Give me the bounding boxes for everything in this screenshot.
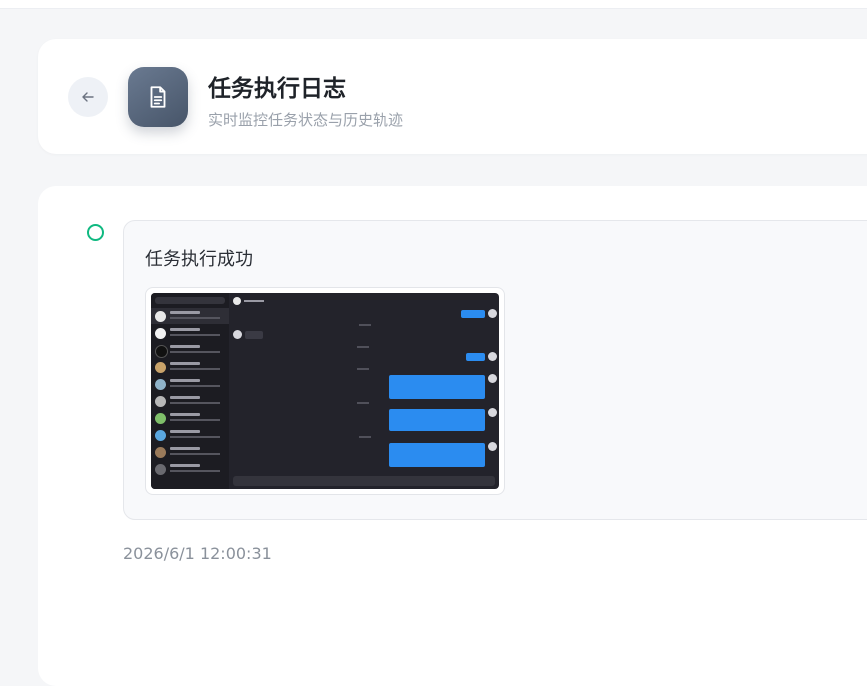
screenshot-chat-row xyxy=(151,376,229,392)
document-icon xyxy=(150,86,166,108)
screenshot-thumbnail[interactable] xyxy=(145,287,505,495)
top-bar xyxy=(0,0,867,9)
screenshot-chat-row xyxy=(151,308,229,324)
screenshot-chat-row xyxy=(151,325,229,341)
screenshot-search-bar xyxy=(155,297,225,304)
screenshot-avatar xyxy=(488,309,497,318)
timeline-status-dot xyxy=(87,224,104,241)
log-entry: 任务执行成功 xyxy=(123,220,867,520)
screenshot-chat-row xyxy=(151,410,229,426)
screenshot-sidebar xyxy=(151,293,229,489)
screenshot-time xyxy=(357,346,369,348)
screenshot-time xyxy=(359,324,371,326)
screenshot-time xyxy=(357,402,369,404)
back-button[interactable] xyxy=(68,77,108,117)
header-card: 任务执行日志 实时监控任务状态与历史轨迹 xyxy=(38,39,867,154)
page-title: 任务执行日志 xyxy=(208,76,346,102)
screenshot-chat-row xyxy=(151,342,229,358)
screenshot-input-bar xyxy=(233,476,495,486)
screenshot-avatar xyxy=(488,408,497,417)
screenshot-bubble xyxy=(389,443,485,467)
log-status-title: 任务执行成功 xyxy=(145,249,253,270)
screenshot-time xyxy=(357,368,369,370)
screenshot-bubble xyxy=(461,310,485,318)
screenshot-chat-row xyxy=(151,359,229,375)
screenshot-chat-header xyxy=(231,295,499,307)
screenshot-bubble xyxy=(466,353,485,361)
screenshot-chat-row xyxy=(151,393,229,409)
screenshot-time xyxy=(359,436,371,438)
screenshot-avatar xyxy=(233,330,242,339)
chat-screenshot-image xyxy=(151,293,499,489)
arrow-left-icon xyxy=(82,92,94,102)
screenshot-chat-row xyxy=(151,444,229,460)
screenshot-avatar xyxy=(488,374,497,383)
log-timestamp: 2026/6/1 12:00:31 xyxy=(123,544,272,563)
log-card: 任务执行成功 2026/6/1 12:00:31 xyxy=(38,186,867,686)
screenshot-bubble xyxy=(245,331,263,339)
screenshot-bubble xyxy=(389,375,485,399)
screenshot-avatar xyxy=(488,352,497,361)
screenshot-chat-row xyxy=(151,427,229,443)
app-icon xyxy=(128,67,188,127)
screenshot-bubble xyxy=(389,409,485,431)
screenshot-avatar xyxy=(488,442,497,451)
page-subtitle: 实时监控任务状态与历史轨迹 xyxy=(208,111,404,129)
screenshot-chat-row xyxy=(151,461,229,477)
